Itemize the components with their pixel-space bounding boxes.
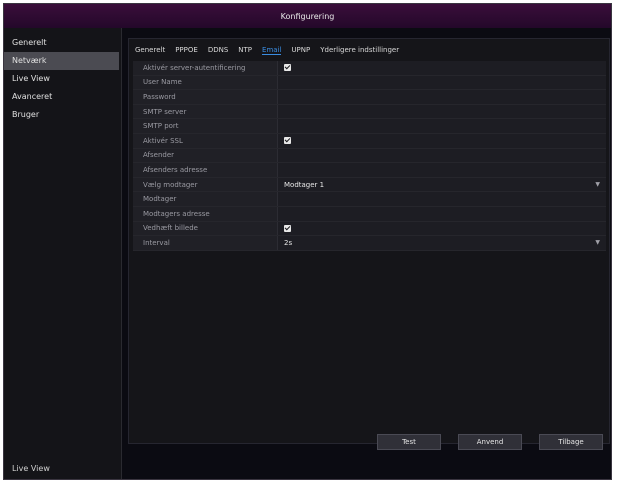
sidebar-item-avanceret[interactable]: Avanceret <box>4 88 121 106</box>
sidebar-item-netvaerk[interactable]: Netværk <box>4 52 119 70</box>
chevron-down-icon: ▼ <box>595 239 600 247</box>
password-field[interactable] <box>278 90 606 104</box>
smtp-port-label: SMTP port <box>133 119 278 133</box>
sidebar-item-live-view[interactable]: Live View <box>4 70 121 88</box>
form-row: SMTP server <box>133 104 606 120</box>
interval-dropdown[interactable]: 2s ▼ <box>278 236 606 250</box>
form-row: Aktivér SSL <box>133 133 606 149</box>
form-row: Password <box>133 90 606 105</box>
email-settings-form: Aktivér server-autentificering User Name… <box>133 61 606 251</box>
sidebar-item-generelt[interactable]: Generelt <box>4 34 121 52</box>
receiver-address-label: Modtagers adresse <box>133 206 278 221</box>
tab-bar: Generelt PPPOE DDNS NTP Email UPNP Yderl… <box>135 43 399 57</box>
receiver-address-field[interactable] <box>278 206 606 221</box>
config-window: Konfigurering Generelt Netværk Live View… <box>3 3 612 480</box>
sender-field[interactable] <box>278 148 606 163</box>
attach-image-label: Vedhæft billede <box>133 221 278 236</box>
tab-yderligere[interactable]: Yderligere indstillinger <box>320 46 399 54</box>
ssl-checkbox[interactable] <box>284 137 291 145</box>
sidebar: Generelt Netværk Live View Avanceret Bru… <box>4 28 122 479</box>
form-row: SMTP port <box>133 119 606 134</box>
server-auth-checkbox[interactable] <box>284 64 291 72</box>
apply-button[interactable]: Anvend <box>458 434 522 450</box>
form-row: Modtagers adresse <box>133 206 606 222</box>
sender-label: Afsender <box>133 148 278 163</box>
live-view-link[interactable]: Live View <box>12 464 50 473</box>
form-row: Vedhæft billede <box>133 221 606 237</box>
window-title: Konfigurering <box>280 11 335 21</box>
smtp-port-field[interactable] <box>278 119 606 133</box>
select-receiver-label: Vælg modtager <box>133 177 278 192</box>
sidebar-item-bruger[interactable]: Bruger <box>4 106 121 124</box>
smtp-server-field[interactable] <box>278 104 606 119</box>
form-row: Modtager <box>133 192 606 207</box>
receiver-label: Modtager <box>133 192 278 206</box>
sender-address-field[interactable] <box>278 163 606 177</box>
ssl-label: Aktivér SSL <box>133 133 278 148</box>
tab-pppoe[interactable]: PPPOE <box>175 46 198 54</box>
window-title-bar: Konfigurering <box>4 4 611 28</box>
back-button[interactable]: Tilbage <box>539 434 603 450</box>
form-row: Interval 2s ▼ <box>133 236 606 251</box>
user-name-label: User Name <box>133 75 278 90</box>
tab-generelt[interactable]: Generelt <box>135 46 165 54</box>
password-label: Password <box>133 90 278 104</box>
form-row: Afsenders adresse <box>133 163 606 178</box>
tab-ddns[interactable]: DDNS <box>208 46 228 54</box>
select-receiver-value: Modtager 1 <box>284 180 325 189</box>
tab-upnp[interactable]: UPNP <box>291 46 310 54</box>
user-name-field[interactable] <box>278 75 606 90</box>
form-row: Vælg modtager Modtager 1 ▼ <box>133 177 606 193</box>
select-receiver-dropdown[interactable]: Modtager 1 ▼ <box>278 177 606 192</box>
interval-value: 2s <box>284 238 293 247</box>
sender-address-label: Afsenders adresse <box>133 163 278 177</box>
smtp-server-label: SMTP server <box>133 104 278 119</box>
tab-ntp[interactable]: NTP <box>238 46 252 54</box>
attach-image-checkbox[interactable] <box>284 224 291 232</box>
form-row: User Name <box>133 75 606 91</box>
form-row: Aktivér server-autentificering <box>133 61 606 76</box>
test-button[interactable]: Test <box>377 434 441 450</box>
chevron-down-icon: ▼ <box>595 180 600 188</box>
server-auth-label: Aktivér server-autentificering <box>133 61 278 75</box>
receiver-field[interactable] <box>278 192 606 206</box>
form-row: Afsender <box>133 148 606 164</box>
interval-label: Interval <box>133 236 278 250</box>
settings-panel: Generelt PPPOE DDNS NTP Email UPNP Yderl… <box>128 38 610 444</box>
tab-email[interactable]: Email <box>262 46 282 55</box>
